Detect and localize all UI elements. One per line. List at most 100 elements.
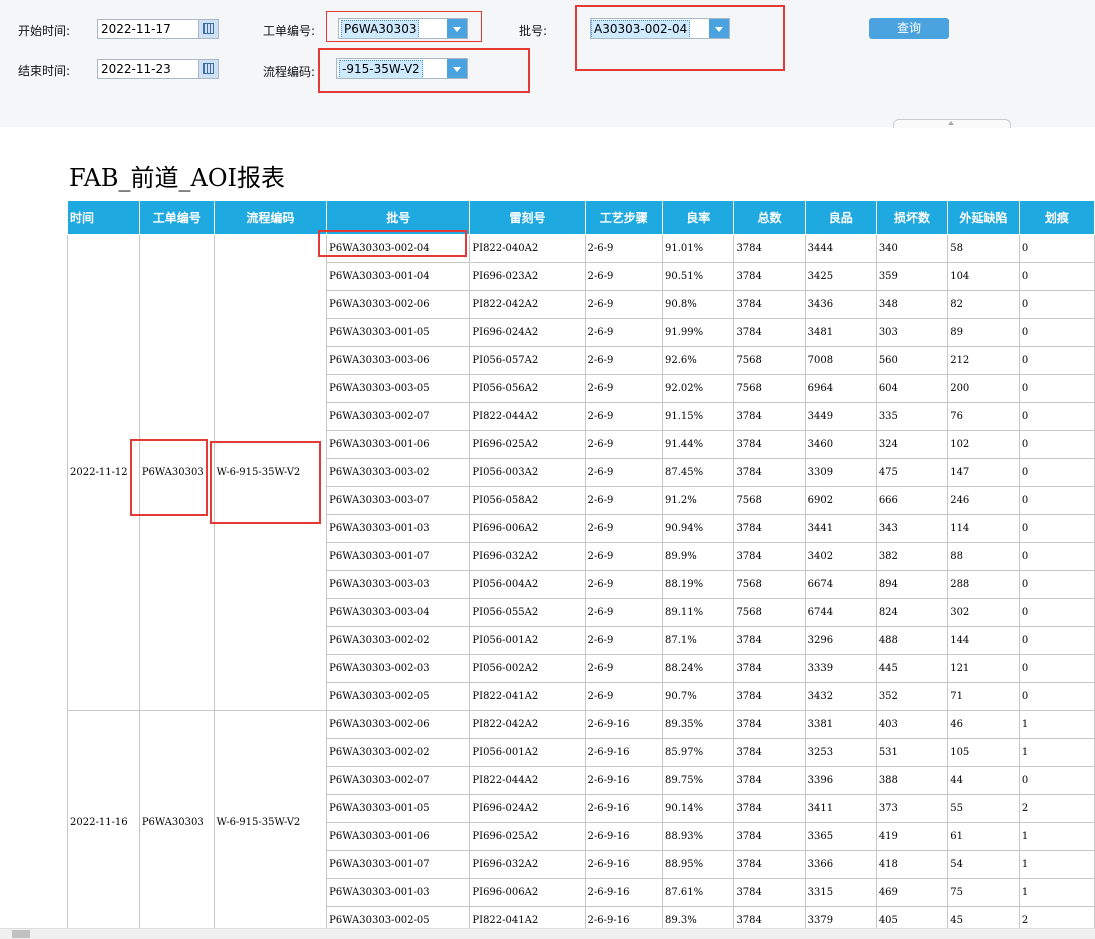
table-cell: 419 xyxy=(875,822,949,851)
table-cell: 7568 xyxy=(733,570,806,599)
table-cell: 89 xyxy=(947,318,1020,347)
table-cell: 2-6-9-16 xyxy=(584,766,663,795)
table-cell: 475 xyxy=(875,458,949,487)
table-header-row: 时间 工单编号 流程编码 批号 雷刻号 工艺步骤 良率 总数 良品 损坏数 外延缺陷 划痕 xyxy=(67,200,1095,235)
table-cell: 2-6-9-16 xyxy=(584,794,663,823)
table-cell: PI822-040A2 xyxy=(469,234,586,263)
table-cell: 324 xyxy=(875,430,949,459)
end-date-input[interactable]: 2022-11-23 xyxy=(97,59,219,79)
table-cell: 212 xyxy=(947,346,1020,375)
table-cell: 91.99% xyxy=(661,318,735,347)
table-cell: 2-6-9 xyxy=(584,262,663,291)
table-cell: PI822-042A2 xyxy=(469,290,586,319)
table-cell: PI056-002A2 xyxy=(469,654,586,683)
table-cell: 3784 xyxy=(733,766,806,795)
table-cell: 531 xyxy=(875,738,949,767)
table-cell: 105 xyxy=(947,738,1020,767)
table-cell: 3253 xyxy=(804,738,877,767)
table-cell: PI696-025A2 xyxy=(469,822,586,851)
table-cell: 0 xyxy=(1018,542,1095,571)
table-cell: 3784 xyxy=(733,710,806,739)
table-cell: 2-6-9 xyxy=(584,374,663,403)
table-cell: 3784 xyxy=(733,738,806,767)
table-cell: P6WA30303-003-06 xyxy=(326,346,471,375)
table-cell: 88.93% xyxy=(661,822,735,851)
start-date-input[interactable]: 2022-11-17 xyxy=(97,19,219,39)
flow-code-label: 流程编码: xyxy=(263,65,316,79)
table-cell: 3436 xyxy=(804,290,877,319)
table-cell: P6WA30303-001-03 xyxy=(326,878,471,907)
table-cell: 3784 xyxy=(733,402,806,431)
highlight-box xyxy=(318,48,530,93)
column-header: 良率 xyxy=(661,200,735,235)
calendar-icon[interactable] xyxy=(198,60,218,78)
table-cell: 3425 xyxy=(804,262,877,291)
table-cell: 114 xyxy=(947,514,1020,543)
table-cell: 46 xyxy=(947,710,1020,739)
table-cell: PI822-044A2 xyxy=(469,402,586,431)
table-cell: 2-6-9 xyxy=(584,570,663,599)
table-cell: 0 xyxy=(1018,766,1095,795)
table-cell: 92.02% xyxy=(661,374,735,403)
table-cell: P6WA30303-002-05 xyxy=(326,682,471,711)
table-cell: 0 xyxy=(1018,682,1095,711)
table-cell: 3309 xyxy=(804,458,877,487)
table-cell: 44 xyxy=(947,766,1020,795)
column-header: 流程编码 xyxy=(213,200,328,235)
table-cell: 302 xyxy=(947,598,1020,627)
table-cell: 373 xyxy=(875,794,949,823)
column-header: 工艺步骤 xyxy=(584,200,663,235)
table-cell: P6WA30303-001-06 xyxy=(326,430,471,459)
table-cell: 2-6-9 xyxy=(584,514,663,543)
table-cell: 90.51% xyxy=(661,262,735,291)
batch-number-label: 批号: xyxy=(519,24,548,38)
table-cell: 288 xyxy=(947,570,1020,599)
query-button[interactable]: 查询 xyxy=(869,18,949,39)
table-cell: 3784 xyxy=(733,850,806,879)
table-cell: 0 xyxy=(1018,290,1095,319)
table-cell: 1 xyxy=(1018,850,1095,879)
table-cell: 1 xyxy=(1018,710,1095,739)
table-cell: PI056-003A2 xyxy=(469,458,586,487)
table-cell: P6WA30303-002-06 xyxy=(326,710,471,739)
table-cell: 89.35% xyxy=(661,710,735,739)
table-cell: 3365 xyxy=(804,822,877,851)
table-cell: 0 xyxy=(1018,346,1095,375)
table-cell: 0 xyxy=(1018,234,1095,263)
table-cell: 1 xyxy=(1018,878,1095,907)
table-cell: 89.11% xyxy=(661,598,735,627)
table-cell: 3381 xyxy=(804,710,877,739)
table-cell: 0 xyxy=(1018,514,1095,543)
table-cell: 7568 xyxy=(733,598,806,627)
table-cell: P6WA30303-001-07 xyxy=(326,850,471,879)
table-row: 2022-11-16 P6WA30303 W-6-915-35W-V2 P6WA303… xyxy=(67,710,1095,935)
table-cell: P6WA30303-002-02 xyxy=(326,738,471,767)
highlight-box xyxy=(130,439,208,516)
table-cell: 359 xyxy=(875,262,949,291)
table-cell: PI696-006A2 xyxy=(469,514,586,543)
table-cell: 3784 xyxy=(733,234,806,263)
order-number-label: 工单编号: xyxy=(263,24,316,38)
table-cell: 352 xyxy=(875,682,949,711)
highlight-box xyxy=(326,11,482,42)
table-cell: 2-6-9 xyxy=(584,430,663,459)
table-cell: 91.44% xyxy=(661,430,735,459)
table-cell: 666 xyxy=(875,486,949,515)
table-cell: 388 xyxy=(875,766,949,795)
collapse-toggle[interactable] xyxy=(893,119,1011,128)
table-cell: 2-6-9 xyxy=(584,234,663,263)
table-cell: 89.75% xyxy=(661,766,735,795)
table-cell: 102 xyxy=(947,430,1020,459)
table-cell: 2-6-9-16 xyxy=(584,710,663,739)
table-cell: 2-6-9 xyxy=(584,346,663,375)
scrollbar-thumb[interactable] xyxy=(12,930,30,938)
group-order-cell: P6WA30303 xyxy=(138,710,215,935)
table-cell: 91.01% xyxy=(661,234,735,263)
table-cell: 88 xyxy=(947,542,1020,571)
table-cell: 2-6-9 xyxy=(584,318,663,347)
horizontal-scrollbar[interactable] xyxy=(0,928,1095,939)
table-cell: 7568 xyxy=(733,486,806,515)
table-cell: 61 xyxy=(947,822,1020,851)
calendar-icon[interactable] xyxy=(198,20,218,38)
table-cell: 3441 xyxy=(804,514,877,543)
